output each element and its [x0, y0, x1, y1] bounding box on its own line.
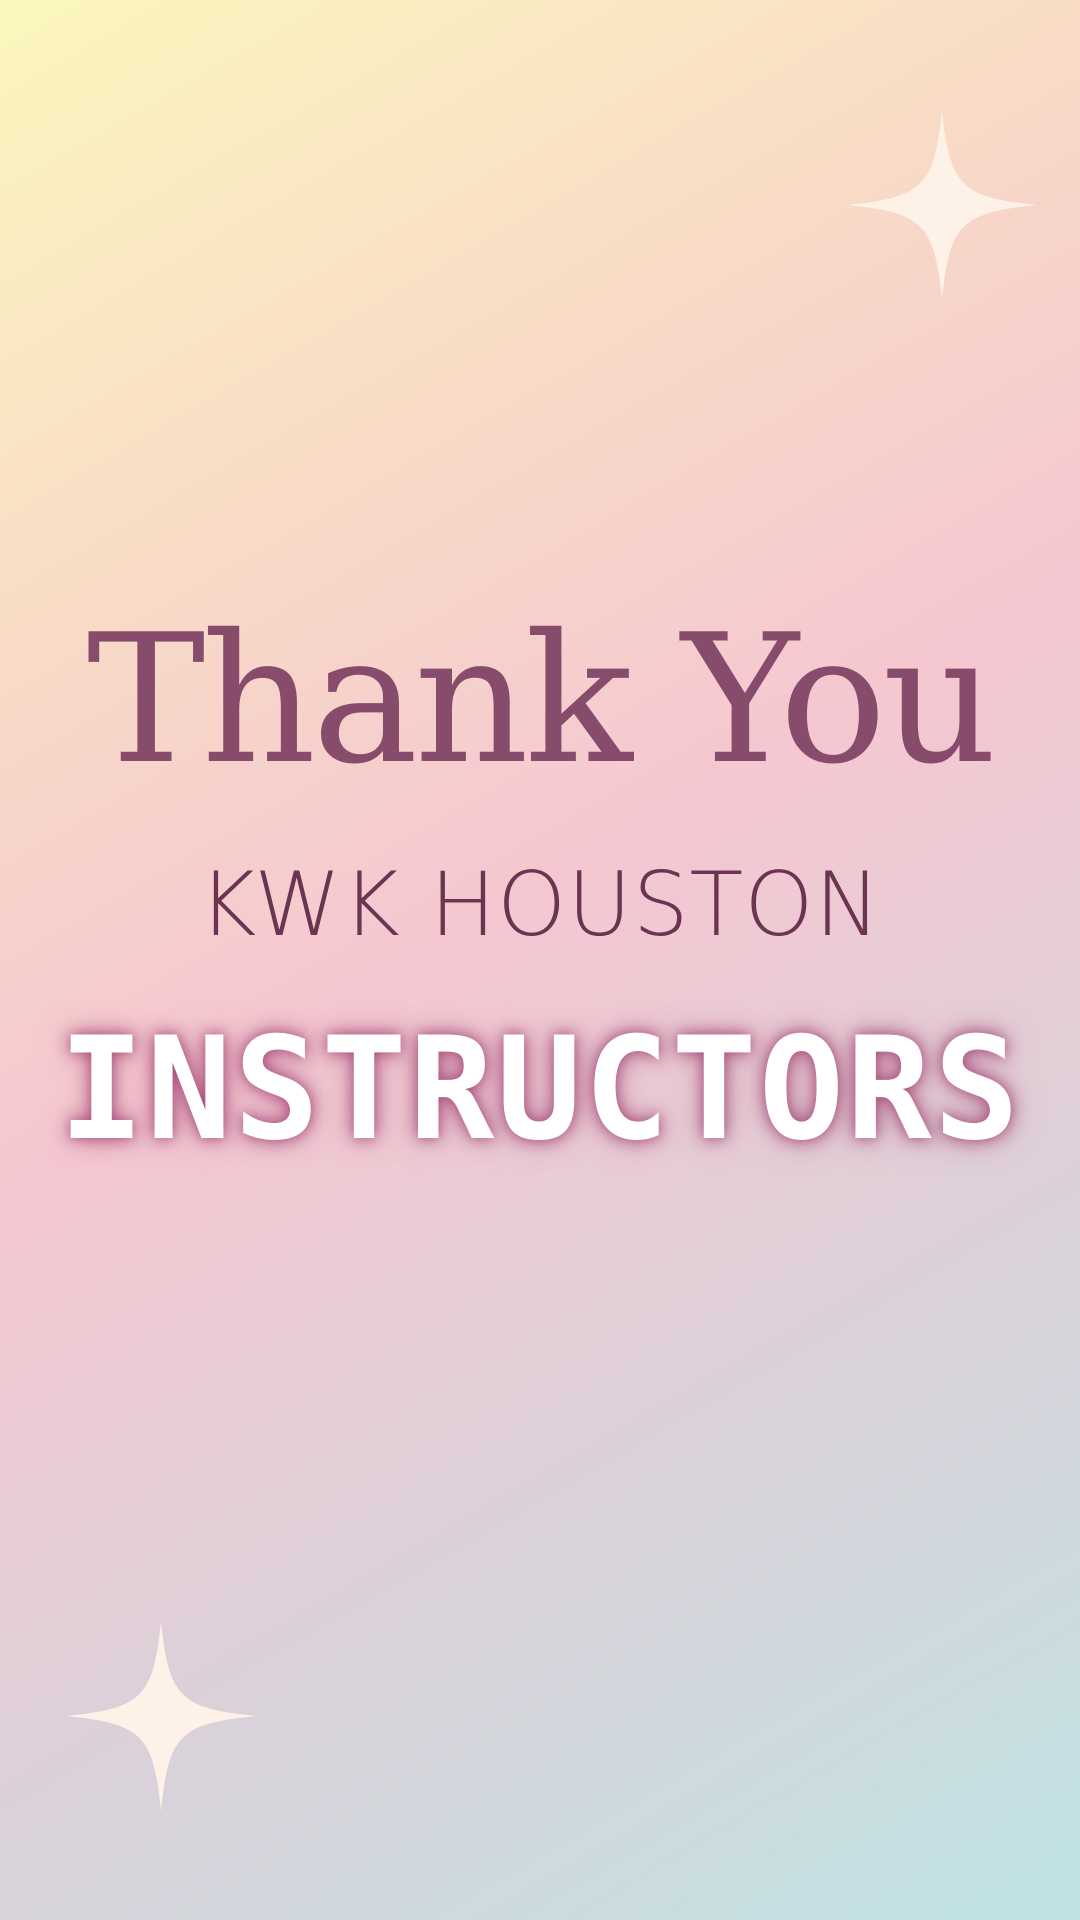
sparkle-icon — [66, 1621, 256, 1811]
banner-text: INSTRUCTORS — [58, 1007, 1022, 1172]
subtitle: KWK HOUSTON — [198, 853, 882, 956]
sparkle-icon — [847, 110, 1037, 300]
thank-you-card: Thank You KWK HOUSTON INSTRUCTORS — [0, 0, 1080, 1920]
headline: Thank You — [86, 596, 997, 803]
